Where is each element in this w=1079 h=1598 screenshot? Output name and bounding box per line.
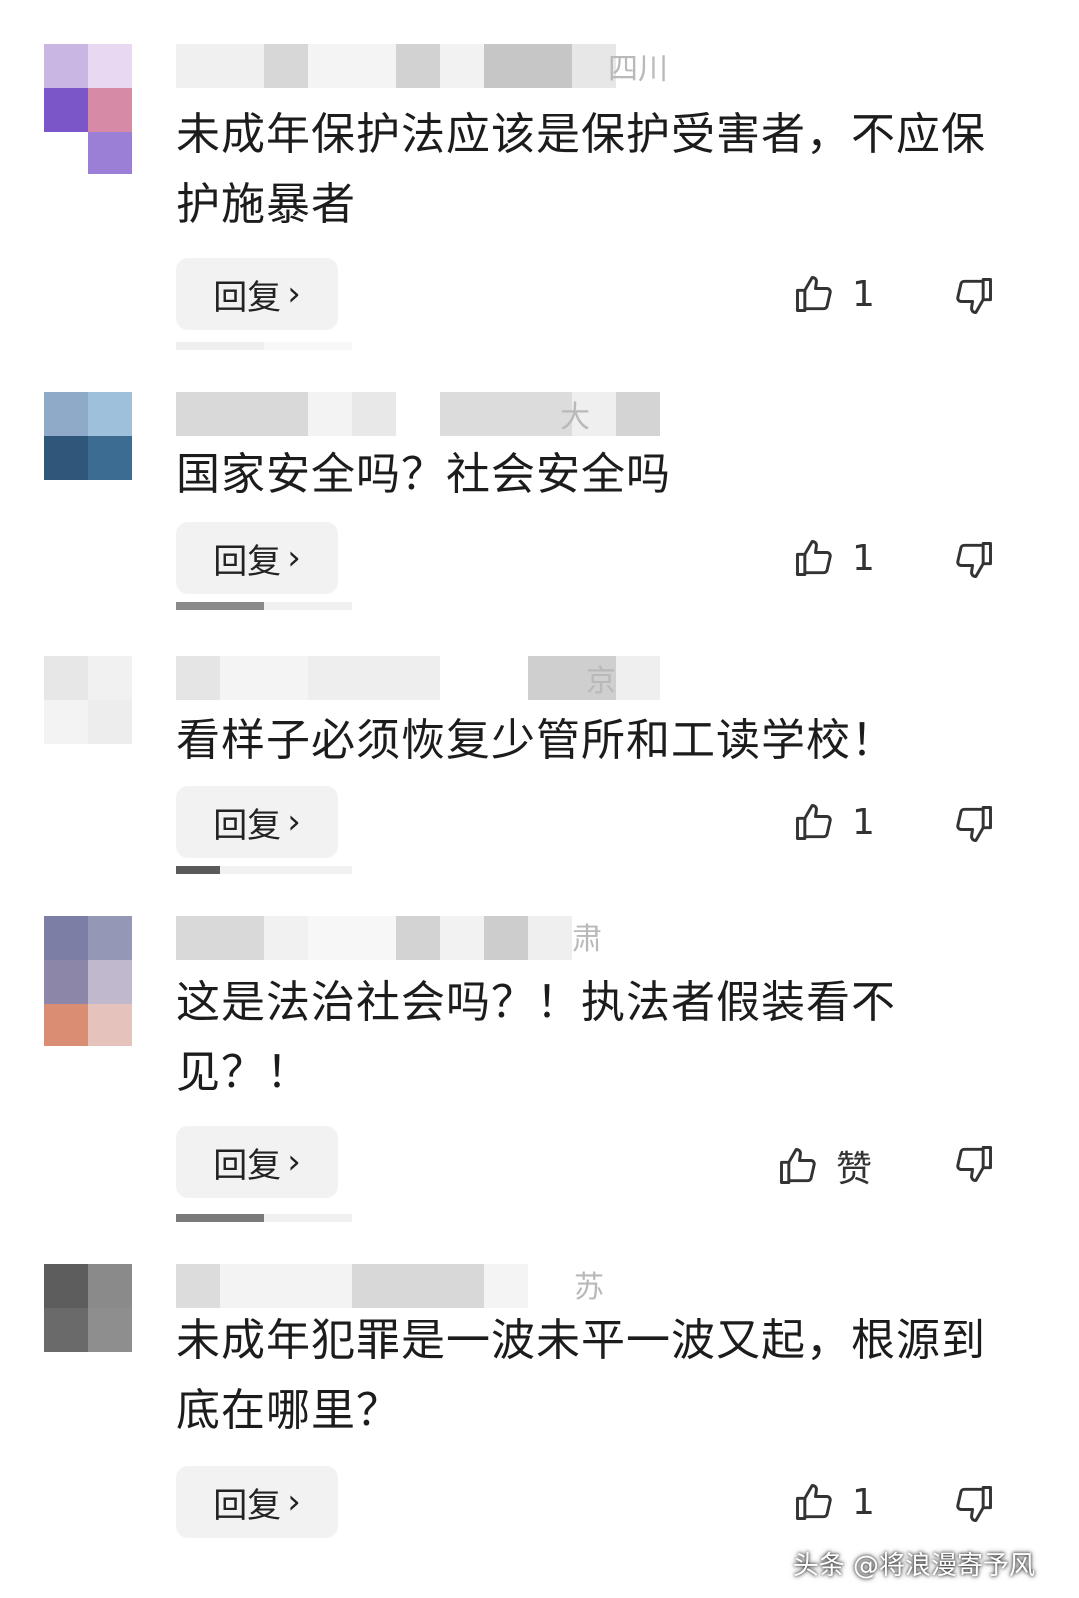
reply-button[interactable]: 回复 › <box>176 1126 338 1198</box>
avatar[interactable] <box>44 916 132 1046</box>
like-count: 1 <box>852 801 875 843</box>
reply-button[interactable]: 回复 › <box>176 522 338 594</box>
avatar[interactable] <box>44 392 132 480</box>
like-count: 1 <box>852 273 875 315</box>
reply-label: 回复 <box>213 805 282 846</box>
thumbs-down-icon[interactable] <box>952 1142 996 1186</box>
watermark-text: 头条 @将浪漫寄予风 <box>792 1551 1035 1581</box>
username-blurred[interactable] <box>176 44 616 88</box>
location-label: 苏 <box>574 1270 604 1305</box>
thumbs-up-icon <box>796 1484 832 1520</box>
reply-label: 回复 <box>213 1485 282 1526</box>
thumbs-down-icon[interactable] <box>952 802 996 846</box>
chevron-right-icon: › <box>287 1142 301 1182</box>
avatar[interactable] <box>44 44 132 174</box>
like-button[interactable]: 1 <box>792 536 875 580</box>
reply-button[interactable]: 回复 › <box>176 258 338 330</box>
like-count: 1 <box>852 1481 875 1523</box>
thumbs-down-icon[interactable] <box>952 538 996 582</box>
like-label: 赞 <box>836 1149 873 1190</box>
like-count: 1 <box>852 537 875 579</box>
blur-strip <box>176 1214 352 1222</box>
username-blurred[interactable] <box>176 916 572 960</box>
chevron-right-icon: › <box>287 274 301 314</box>
comment-text: 未成年保护法应该是保护受害者，不应保护施暴者 <box>176 109 986 230</box>
blur-strip <box>176 342 352 350</box>
username-blurred[interactable] <box>176 1264 528 1308</box>
thumbs-up-icon <box>796 276 832 312</box>
comment-text: 看样子必须恢复少管所和工读学校！ <box>176 715 896 766</box>
comment-text: 国家安全吗？社会安全吗 <box>176 449 671 500</box>
location-label: 京 <box>586 664 616 699</box>
reply-button[interactable]: 回复 › <box>176 786 338 858</box>
chevron-right-icon: › <box>287 802 301 842</box>
thumbs-up-icon <box>780 1148 816 1184</box>
chevron-right-icon: › <box>287 1482 301 1522</box>
avatar[interactable] <box>44 1264 132 1352</box>
thumbs-up-icon <box>796 804 832 840</box>
thumbs-down-icon[interactable] <box>952 274 996 318</box>
like-button[interactable]: 1 <box>792 1480 875 1524</box>
blur-strip <box>176 866 352 874</box>
like-button[interactable]: 赞 <box>776 1140 872 1192</box>
reply-label: 回复 <box>213 1145 282 1186</box>
like-button[interactable]: 1 <box>792 800 875 844</box>
chevron-right-icon: › <box>287 538 301 578</box>
reply-button[interactable]: 回复 › <box>176 1466 338 1538</box>
thumbs-down-icon[interactable] <box>952 1482 996 1526</box>
avatar[interactable] <box>44 656 132 744</box>
reply-label: 回复 <box>213 277 282 318</box>
comment-text: 这是法治社会吗？！执法者假装看不见？！ <box>176 977 896 1098</box>
reply-label: 回复 <box>213 541 282 582</box>
like-button[interactable]: 1 <box>792 272 875 316</box>
thumbs-up-icon <box>796 540 832 576</box>
location-label: 四川 <box>608 52 668 87</box>
location-label: 肃 <box>572 922 602 957</box>
location-label: 大 <box>560 400 590 435</box>
blur-strip <box>176 602 352 610</box>
comment-text: 未成年犯罪是一波未平一波又起，根源到底在哪里？ <box>176 1315 986 1436</box>
